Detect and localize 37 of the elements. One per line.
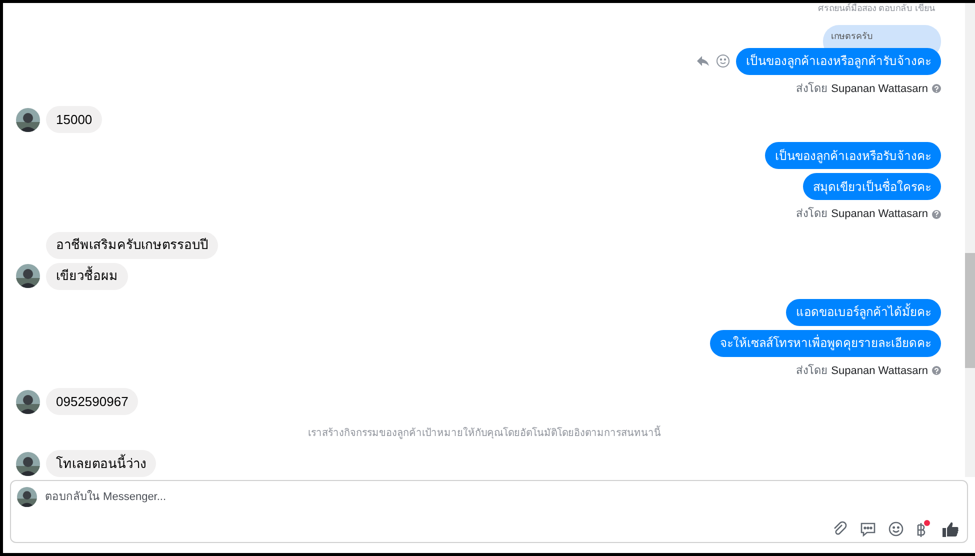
message-bubble: เป็นของลูกค้าเองหรือลูกค้ารับจ้างคะ: [736, 48, 941, 74]
avatar: [16, 390, 40, 414]
help-icon: [932, 210, 941, 219]
chat-icon[interactable]: [860, 522, 876, 536]
system-message: เราสร้างกิจกรรมของลูกค้าเป้าหมายให้กับคุณโดยอัตโนมัติโดยอิงตามการสนทนานี้: [16, 426, 941, 441]
message-bubble: แอดขอเบอร์ลูกค้าได้มั้ยคะ: [786, 298, 941, 326]
thread-note: ศรถยนต์มือสอง ตอบกลับ เขียน: [818, 3, 935, 13]
emoji-icon[interactable]: [888, 521, 904, 537]
sent-by-label: ส่งโดย: [796, 206, 828, 222]
thumbs-up-icon[interactable]: [942, 520, 959, 538]
avatar: [16, 108, 40, 132]
sender-name: Supanan Wattasarn: [831, 364, 928, 378]
message-bubble: 0952590967: [46, 388, 138, 415]
message-bubble: จะให้เซลส์โทรหาเพื่อพูดคุยรายละเอียดคะ: [710, 330, 941, 356]
baht-icon[interactable]: [916, 522, 926, 538]
message-bubble: เขียวชื้อผม: [46, 262, 128, 290]
sender-name: Supanan Wattasarn: [831, 82, 928, 96]
sent-by-label: ส่งโดย: [796, 81, 828, 96]
reply-input[interactable]: ตอบกลับใน Messenger...: [45, 488, 961, 506]
message-bubble: อาชีพเสริมครับเกษตรรอบปี: [46, 232, 218, 258]
attach-icon[interactable]: [832, 521, 848, 537]
message-bubble: เป็นของลูกค้าเองหรือรับจ้างคะ: [765, 142, 941, 169]
message-bubble: สมุดเขียวเป็นชื่อใครคะ: [803, 173, 941, 200]
help-icon: [932, 84, 941, 94]
avatar: [16, 452, 40, 476]
scrollbar[interactable]: [965, 3, 975, 477]
scrollbar-thumb[interactable]: [965, 253, 975, 368]
message-bubble: โทเลยตอนนี้ว่าง: [46, 450, 156, 477]
avatar: [17, 487, 37, 507]
message-bubble: 15000: [46, 106, 102, 133]
sent-by-label: ส่งโดย: [796, 363, 828, 378]
sender-name: Supanan Wattasarn: [831, 207, 928, 222]
smile-icon[interactable]: [716, 54, 730, 68]
avatar: [16, 264, 40, 288]
help-icon: [932, 366, 941, 376]
reply-icon[interactable]: [696, 55, 710, 67]
reply-box[interactable]: ตอบกลับใน Messenger...: [10, 480, 968, 543]
